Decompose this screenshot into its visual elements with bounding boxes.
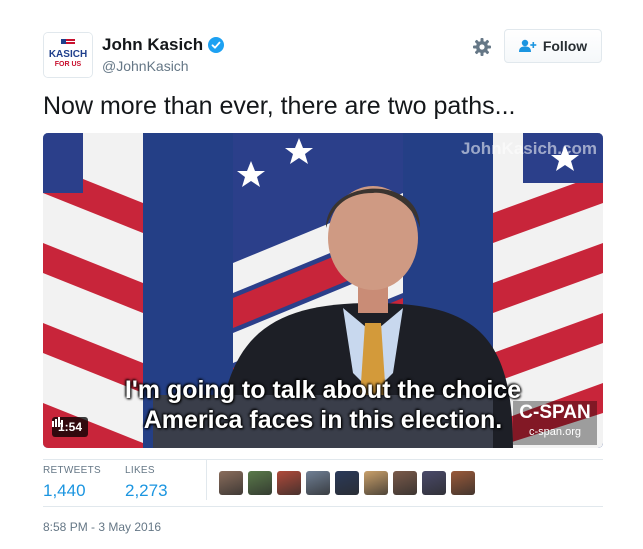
audio-bars-icon [52, 417, 63, 427]
author-name[interactable]: John Kasich [102, 35, 203, 55]
liker-avatar[interactable] [277, 471, 301, 495]
cspan-logo: C-SPAN c-span.org [513, 401, 597, 445]
liker-avatar[interactable] [422, 471, 446, 495]
retweets-label: RETWEETS [43, 465, 101, 476]
avatar-text-bottom: FOR US [55, 61, 82, 68]
cspan-logo-text: C-SPAN [519, 402, 591, 423]
author-handle[interactable]: @JohnKasich [102, 58, 189, 74]
liker-avatar[interactable] [364, 471, 388, 495]
liker-avatars [219, 471, 475, 495]
tweet-card: KASICH FOR US John Kasich @JohnKasich Fo… [0, 0, 643, 549]
retweets-stat[interactable]: RETWEETS 1,440 [43, 465, 101, 501]
gear-icon[interactable] [472, 37, 492, 57]
author-name-row[interactable]: John Kasich [102, 35, 225, 55]
liker-avatar[interactable] [248, 471, 272, 495]
liker-avatar[interactable] [335, 471, 359, 495]
liker-avatar[interactable] [306, 471, 330, 495]
video-watermark: JohnKasich.com [460, 139, 597, 158]
stats-divider-top [43, 459, 603, 460]
likes-count[interactable]: 2,273 [125, 481, 168, 501]
add-person-icon [518, 39, 537, 52]
avatar-text-top: KASICH [49, 49, 87, 60]
liker-avatar[interactable] [219, 471, 243, 495]
verified-badge-icon [208, 37, 225, 53]
stats-divider-bottom [43, 506, 603, 507]
stats-separator [206, 460, 207, 500]
follow-label: Follow [542, 38, 588, 54]
avatar[interactable]: KASICH FOR US [43, 32, 93, 78]
retweets-count[interactable]: 1,440 [43, 481, 101, 501]
cspan-url: c-span.org [529, 426, 581, 438]
liker-avatar[interactable] [451, 471, 475, 495]
tweet-timestamp[interactable]: 8:58 PM - 3 May 2016 [43, 520, 161, 534]
video-duration-badge: 1:54 [52, 417, 89, 437]
likes-label: LIKES [125, 465, 155, 476]
likes-stat[interactable]: LIKES 2,273 [125, 465, 168, 501]
follow-button[interactable]: Follow [504, 29, 602, 63]
tweet-text: Now more than ever, there are two paths.… [43, 92, 516, 120]
liker-avatar[interactable] [393, 471, 417, 495]
video-player[interactable]: JohnKasich.com I'm going to talk about t… [43, 133, 603, 448]
